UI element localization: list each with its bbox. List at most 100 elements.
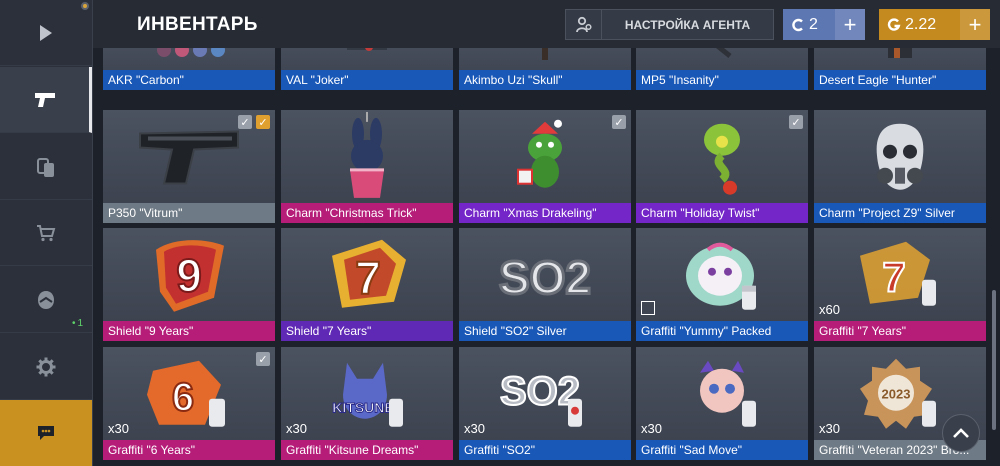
val-icon [337,48,397,67]
clan-icon [38,290,54,309]
inventory-item[interactable]: ✓ Charm "Holiday Twist" [636,110,808,223]
inventory-item[interactable]: SO2 x30 Graffiti "SO2" [459,347,631,460]
agent-settings-button[interactable]: НАСТРОЙКА АГЕНТА [565,9,774,40]
agent-settings-label: НАСТРОЙКА АГЕНТА [624,17,751,32]
equipped-check-icon: ✓ [238,115,252,129]
equipped-check-icon: ✓ [789,115,803,129]
item-name: Akimbo Uzi "Skull" [459,70,631,90]
graffiti-yummy-icon [672,235,772,320]
snake-charm-icon [692,117,752,202]
deagle-icon [880,48,920,67]
item-name: Graffiti "7 Years" [814,321,986,341]
sidebar-item-market[interactable] [0,200,92,266]
equipped-check-icon: ✓ [612,115,626,129]
inventory-item[interactable]: 6 ✓ x30 Graffiti "6 Years" [103,347,275,460]
inventory-item[interactable]: Charm "Project Z9" Silver [814,110,986,223]
item-quantity: x30 [286,421,307,436]
shield-7-text: 7 [355,251,381,303]
item-quantity: x30 [819,421,840,436]
silver-amount: 2 [809,15,818,33]
inventory-item[interactable]: 9 Shield "9 Years" [103,228,275,341]
scrollbar[interactable] [992,290,996,430]
packed-box-icon [641,301,655,315]
pistol-icon [34,92,55,107]
shield-7-icon: 7 [322,235,412,320]
chevron-up-icon [953,428,969,438]
favorite-check-icon: ✓ [256,115,270,129]
item-name: AKR "Carbon" [103,70,275,90]
silver-currency: 2 + [783,9,865,40]
shield-so2-icon: SO2 [490,241,600,316]
inventory-item[interactable]: VAL "Joker" [281,48,453,90]
inventory-item[interactable]: Desert Eagle "Hunter" [814,48,986,90]
gold-coin-icon [887,17,901,31]
graffiti-kitsune-text: KITSUNE [332,399,393,415]
inventory-item[interactable]: Charm "Christmas Trick" [281,110,453,223]
shield-9-icon: 9 [144,235,234,320]
inventory-item[interactable]: Akimbo Uzi "Skull" [459,48,631,90]
sidebar-item-settings[interactable] [0,334,92,400]
graffiti-veteran-text: 2023 [882,386,911,401]
item-name: MP5 "Insanity" [636,70,808,90]
inventory-item[interactable]: SO2 Shield "SO2" Silver [459,228,631,341]
graffiti-kitsune-icon: KITSUNE [317,354,417,439]
agent-icon [575,16,592,32]
inventory-item[interactable]: Graffiti "Yummy" Packed [636,228,808,341]
cases-icon [37,157,54,177]
gasmask-charm-icon [865,117,935,202]
uzi-icon [525,48,565,67]
item-name: Shield "7 Years" [281,321,453,341]
sidebar-item-cases[interactable] [0,134,92,200]
graffiti-sadmove-icon [672,354,772,439]
inventory-item[interactable]: AKR "Carbon" [103,48,275,90]
pistol-icon [134,123,244,198]
gold-currency: 2.22 + [879,9,990,40]
item-name: Graffiti "Kitsune Dreams" [281,440,453,460]
silver-coin-icon [792,18,803,31]
play-icon [40,24,52,41]
item-name: Charm "Xmas Drakeling" [459,203,631,223]
scroll-up-button[interactable] [942,414,980,452]
top-bar: ИНВЕНТАРЬ НАСТРОЙКА АГЕНТА 2 + 2.22 + [93,0,1000,48]
graffiti-6-text: 6 [172,375,194,419]
graffiti-7-icon: 7 [850,235,950,320]
graffiti-6-icon: 6 [139,354,239,439]
sidebar-item-chat[interactable] [0,400,92,466]
item-name: Graffiti "SO2" [459,440,631,460]
item-name: Charm "Holiday Twist" [636,203,808,223]
shield-9-text: 9 [176,249,202,301]
item-name: P350 "Vitrum" [103,203,275,223]
graffiti-veteran-icon: 2023 [850,354,950,439]
inventory-item[interactable]: MP5 "Insanity" [636,48,808,90]
inventory-item[interactable]: 7 x60 Graffiti "7 Years" [814,228,986,341]
inventory-item[interactable]: x30 Graffiti "Sad Move" [636,347,808,460]
item-quantity: x30 [641,421,662,436]
item-name: Shield "SO2" Silver [459,321,631,341]
gear-icon [36,357,56,376]
item-quantity: x30 [108,421,129,436]
item-name: Graffiti "Yummy" Packed [636,321,808,341]
online-count: 1 [72,318,84,329]
shield-so2-text: SO2 [499,251,591,303]
inventory-item[interactable]: 7 Shield "7 Years" [281,228,453,341]
page-title: ИНВЕНТАРЬ [137,14,258,35]
inventory-item[interactable]: ✓ ✓ P350 "Vitrum" [103,110,275,223]
graffiti-so2-icon: SO2 [490,354,600,439]
add-silver-button[interactable]: + [835,9,865,40]
item-name: Graffiti "6 Years" [103,440,275,460]
item-name: Graffiti "Sad Move" [636,440,808,460]
sidebar-item-inventory[interactable] [0,67,92,133]
inventory-grid: AKR "Carbon" VAL "Joker" Akimbo Uzi "Skull… [93,48,986,466]
equipped-check-icon: ✓ [256,352,270,366]
bunny-charm-icon [332,111,402,206]
item-quantity: x30 [464,421,485,436]
sidebar-item-play[interactable] [0,0,92,66]
inventory-item[interactable]: KITSUNE x30 Graffiti "Kitsune Dreams" [281,347,453,460]
add-gold-button[interactable]: + [960,9,990,40]
item-name: VAL "Joker" [281,70,453,90]
inventory-item[interactable]: ✓ Charm "Xmas Drakeling" [459,110,631,223]
graffiti-7-text: 7 [882,253,905,300]
chat-icon [38,426,54,440]
item-name: Shield "9 Years" [103,321,275,341]
gold-amount: 2.22 [905,15,937,33]
